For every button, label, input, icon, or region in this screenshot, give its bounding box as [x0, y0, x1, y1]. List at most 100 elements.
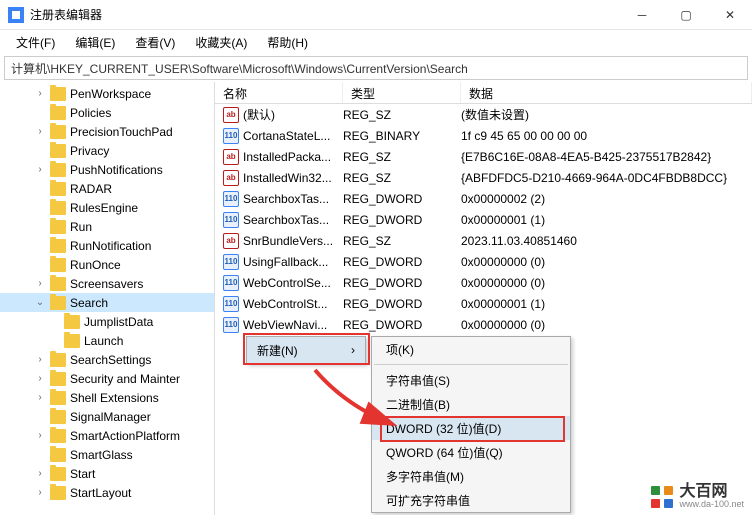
value-row[interactable]: 110UsingFallback...REG_DWORD0x00000000 (…: [215, 251, 752, 272]
chevron-icon[interactable]: ›: [34, 430, 46, 441]
watermark-logo-icon: [651, 486, 673, 508]
binary-value-icon: 110: [223, 212, 239, 228]
tree-item-smartglass[interactable]: SmartGlass: [0, 445, 214, 464]
minimize-button[interactable]: ─: [620, 0, 664, 30]
close-button[interactable]: ✕: [708, 0, 752, 30]
value-name: UsingFallback...: [243, 255, 343, 269]
maximize-button[interactable]: ▢: [664, 0, 708, 30]
menu-help[interactable]: 帮助(H): [259, 32, 316, 53]
folder-icon: [50, 372, 66, 386]
tree-item-launch[interactable]: Launch: [0, 331, 214, 350]
menu-view[interactable]: 查看(V): [127, 32, 183, 53]
tree-panel[interactable]: › PenWorkspace Policies ›PrecisionTouchPad P…: [0, 82, 215, 515]
tree-item-searchsettings[interactable]: ›SearchSettings: [0, 350, 214, 369]
value-row[interactable]: ab(默认)REG_SZ(数值未设置): [215, 104, 752, 125]
tree-item-security-and-mainter[interactable]: ›Security and Mainter: [0, 369, 214, 388]
ctx-new-label: 新建(N): [257, 342, 298, 359]
chevron-icon[interactable]: ›: [34, 468, 46, 479]
folder-icon: [50, 391, 66, 405]
tree-item-penworkspace[interactable]: › PenWorkspace: [0, 84, 214, 103]
folder-icon: [50, 296, 66, 310]
value-data: (数值未设置): [461, 106, 752, 123]
menu-item[interactable]: 多字符串值(M): [372, 464, 570, 488]
menu-edit[interactable]: 编辑(E): [67, 32, 123, 53]
address-bar[interactable]: 计算机\HKEY_CURRENT_USER\Software\Microsoft…: [4, 56, 748, 80]
tree-item-radar[interactable]: RADAR: [0, 179, 214, 198]
chevron-icon[interactable]: ›: [34, 278, 46, 289]
tree-item-policies[interactable]: Policies: [0, 103, 214, 122]
menu-item[interactable]: QWORD (64 位)值(Q): [372, 440, 570, 464]
menu-item[interactable]: DWORD (32 位)值(D): [372, 416, 570, 440]
tree-item-startlayout[interactable]: › StartLayout: [0, 483, 214, 502]
binary-value-icon: 110: [223, 191, 239, 207]
tree-item-start[interactable]: ›Start: [0, 464, 214, 483]
menu-separator: [374, 364, 568, 365]
value-row[interactable]: 110SearchboxTas...REG_DWORD0x00000002 (2…: [215, 188, 752, 209]
chevron-icon[interactable]: ›: [34, 88, 46, 99]
value-row[interactable]: 110CortanaStateL...REG_BINARY1f c9 45 65…: [215, 125, 752, 146]
tree-item-privacy[interactable]: Privacy: [0, 141, 214, 160]
tree-label: PushNotifications: [70, 163, 163, 177]
tree-label: SignalManager: [70, 410, 151, 424]
value-row[interactable]: 110WebControlSt...REG_DWORD0x00000001 (1…: [215, 293, 752, 314]
context-submenu[interactable]: 项(K) 字符串值(S)二进制值(B)DWORD (32 位)值(D)QWORD …: [371, 336, 571, 513]
tree-item-smartactionplatform[interactable]: ›SmartActionPlatform: [0, 426, 214, 445]
context-menu[interactable]: 新建(N) ›: [246, 336, 366, 364]
app-icon: [8, 7, 24, 23]
value-name: InstalledPacka...: [243, 150, 343, 164]
tree-label: SmartGlass: [70, 448, 133, 462]
tree-item-runnotification[interactable]: RunNotification: [0, 236, 214, 255]
value-data: 0x00000000 (0): [461, 318, 752, 332]
chevron-icon[interactable]: ⌄: [34, 297, 46, 308]
tree-item-screensavers[interactable]: › Screensavers: [0, 274, 214, 293]
ctx-new-item[interactable]: 新建(N) ›: [247, 337, 365, 363]
tree-item-shell-extensions[interactable]: ›Shell Extensions: [0, 388, 214, 407]
chevron-icon[interactable]: ›: [34, 392, 46, 403]
menu-item[interactable]: 字符串值(S): [372, 368, 570, 392]
value-name: SnrBundleVers...: [243, 234, 343, 248]
value-row[interactable]: abSnrBundleVers...REG_SZ2023.11.03.40851…: [215, 230, 752, 251]
folder-icon: [50, 239, 66, 253]
tree-label: PenWorkspace: [70, 87, 151, 101]
value-row[interactable]: abInstalledWin32...REG_SZ{ABFDFDC5-D210-…: [215, 167, 752, 188]
menu-item[interactable]: 二进制值(B): [372, 392, 570, 416]
value-type: REG_BINARY: [343, 129, 461, 143]
value-name: CortanaStateL...: [243, 129, 343, 143]
chevron-icon[interactable]: ›: [34, 126, 46, 137]
value-row[interactable]: 110SearchboxTas...REG_DWORD0x00000001 (1…: [215, 209, 752, 230]
col-type[interactable]: 类型: [343, 82, 461, 103]
folder-icon: [64, 315, 80, 329]
value-type: REG_DWORD: [343, 276, 461, 290]
tree-label: Privacy: [70, 144, 109, 158]
tree-label: Screensavers: [70, 277, 143, 291]
menu-file[interactable]: 文件(F): [8, 32, 63, 53]
value-row[interactable]: abInstalledPacka...REG_SZ{E7B6C16E-08A8-…: [215, 146, 752, 167]
col-name[interactable]: 名称: [215, 82, 343, 103]
chevron-icon[interactable]: ›: [34, 354, 46, 365]
value-row[interactable]: 110WebViewNavi...REG_DWORD0x00000000 (0): [215, 314, 752, 335]
value-type: REG_DWORD: [343, 297, 461, 311]
col-data[interactable]: 数据: [461, 82, 752, 103]
tree-label: StartLayout: [70, 486, 131, 500]
menu-item[interactable]: 可扩充字符串值: [372, 488, 570, 512]
chevron-icon[interactable]: ›: [34, 487, 46, 498]
tree-label: Policies: [70, 106, 111, 120]
tree-item-jumplistdata[interactable]: JumplistData: [0, 312, 214, 331]
tree-item-runonce[interactable]: RunOnce: [0, 255, 214, 274]
tree-item-precisiontouchpad[interactable]: ›PrecisionTouchPad: [0, 122, 214, 141]
chevron-icon[interactable]: ›: [34, 164, 46, 175]
tree-item-search[interactable]: ⌄Search: [0, 293, 214, 312]
menu-item[interactable]: 项(K): [372, 337, 570, 361]
tree-label: RunOnce: [70, 258, 121, 272]
tree-item-pushnotifications[interactable]: › PushNotifications: [0, 160, 214, 179]
menu-favorites[interactable]: 收藏夹(A): [187, 32, 255, 53]
string-value-icon: ab: [223, 149, 239, 165]
value-name: WebControlSe...: [243, 276, 343, 290]
value-type: REG_DWORD: [343, 318, 461, 332]
value-type: REG_SZ: [343, 150, 461, 164]
tree-item-rulesengine[interactable]: RulesEngine: [0, 198, 214, 217]
value-row[interactable]: 110WebControlSe...REG_DWORD0x00000000 (0…: [215, 272, 752, 293]
chevron-icon[interactable]: ›: [34, 373, 46, 384]
tree-item-signalmanager[interactable]: SignalManager: [0, 407, 214, 426]
tree-item-run[interactable]: Run: [0, 217, 214, 236]
